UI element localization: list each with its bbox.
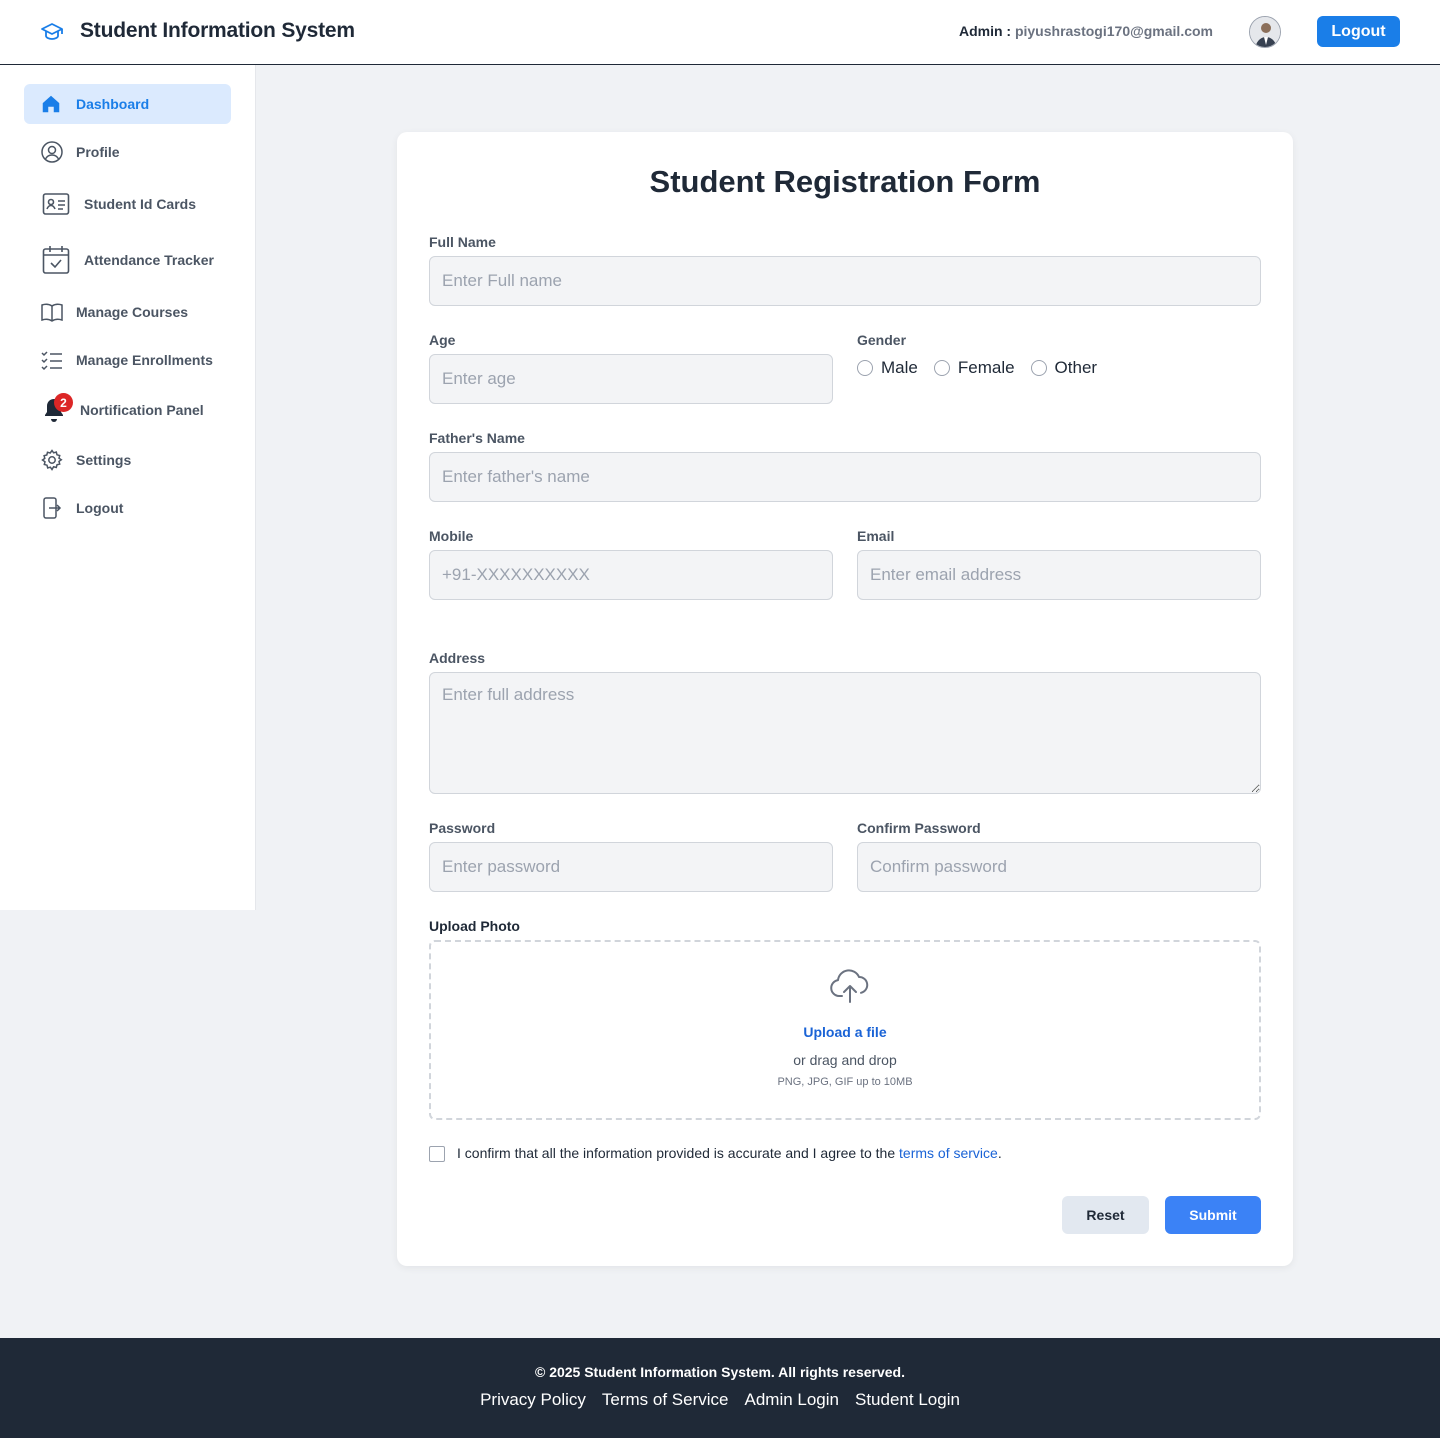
confirm-password-label: Confirm Password xyxy=(857,820,981,836)
password-label: Password xyxy=(429,820,496,836)
full-name-label: Full Name xyxy=(429,234,496,250)
gender-male-radio[interactable] xyxy=(857,360,873,376)
admin-prefix: Admin : xyxy=(958,23,1015,39)
sidebar-item-label: Attendance Tracker xyxy=(84,252,214,268)
upload-hint-text: PNG, JPG, GIF up to 10MB xyxy=(777,1076,913,1088)
sidebar-item-label: Manage Courses xyxy=(76,304,189,320)
sidebar-item-profile[interactable]: Profile xyxy=(24,132,231,172)
sidebar-item-manage-courses[interactable]: Manage Courses xyxy=(24,292,231,332)
avatar-image xyxy=(1250,17,1280,47)
id-card-icon xyxy=(42,192,70,216)
confirm-period: . xyxy=(997,1145,1002,1161)
avatar[interactable] xyxy=(1249,16,1281,48)
sidebar-item-label: Profile xyxy=(76,144,120,160)
email-label: Email xyxy=(857,528,895,544)
upload-drag-text: or drag and drop xyxy=(793,1052,897,1068)
age-label: Age xyxy=(429,332,456,348)
address-label: Address xyxy=(429,650,486,666)
father-name-input[interactable] xyxy=(429,452,1261,502)
gender-female-label[interactable]: Female xyxy=(958,358,1015,378)
app-title: Student Information System xyxy=(80,19,355,42)
form-title: Student Registration Form xyxy=(649,164,1041,199)
sidebar-item-label: Student Id Cards xyxy=(84,196,197,212)
password-input[interactable] xyxy=(429,842,833,892)
submit-button[interactable]: Submit xyxy=(1165,1196,1261,1234)
footer-privacy-policy-link[interactable]: Privacy Policy xyxy=(480,1390,586,1410)
sidebar-item-label: Dashboard xyxy=(76,96,150,112)
sidebar-item-logout[interactable]: Logout xyxy=(24,488,231,528)
sidebar-item-attendance-tracker[interactable]: Attendance Tracker xyxy=(24,240,231,280)
upload-file-link[interactable]: Upload a file xyxy=(431,1024,1259,1040)
sidebar-item-label: Settings xyxy=(76,452,132,468)
footer-student-login-link[interactable]: Student Login xyxy=(855,1390,960,1410)
age-input[interactable] xyxy=(429,354,833,404)
terms-of-service-link[interactable]: terms of service xyxy=(899,1145,998,1161)
admin-email: piyushrastogi170@gmail.com xyxy=(1014,23,1213,39)
sidebar-item-label: Nortification Panel xyxy=(80,402,204,418)
footer-admin-login-link[interactable]: Admin Login xyxy=(744,1390,839,1410)
upload-dropzone[interactable]: Upload a file or drag and drop PNG, JPG,… xyxy=(429,940,1261,1120)
gender-radio-group: Male Female Other xyxy=(857,358,1113,378)
mobile-input[interactable] xyxy=(429,550,833,600)
admin-label: Admin : piyushrastogi170@gmail.com xyxy=(959,23,1213,39)
upload-photo-label: Upload Photo xyxy=(429,918,520,934)
book-open-icon xyxy=(40,301,64,323)
gender-female-radio[interactable] xyxy=(933,360,950,376)
gender-other-radio[interactable] xyxy=(1030,360,1047,376)
cloud-upload-icon xyxy=(830,969,869,1003)
sidebar-item-student-id-cards[interactable]: Student Id Cards xyxy=(24,184,231,224)
home-icon xyxy=(40,93,62,115)
sidebar-item-label: Logout xyxy=(76,500,124,516)
footer-copyright: © 2025 Student Information System. All r… xyxy=(534,1364,905,1380)
full-name-input[interactable] xyxy=(429,256,1261,306)
sidebar-item-dashboard[interactable]: Dashboard xyxy=(24,84,231,124)
email-input[interactable] xyxy=(857,550,1261,600)
footer-links: Privacy Policy Terms of Service Admin Lo… xyxy=(0,1390,1440,1410)
confirm-checkbox[interactable] xyxy=(429,1146,445,1162)
footer-terms-of-service-link[interactable]: Terms of Service xyxy=(602,1390,729,1410)
notification-count-badge: 2 xyxy=(54,393,73,412)
gender-other-label[interactable]: Other xyxy=(1055,358,1098,378)
header-logout-button[interactable]: Logout xyxy=(1317,16,1400,47)
user-circle-icon xyxy=(40,140,64,164)
footer: © 2025 Student Information System. All r… xyxy=(0,1338,1440,1438)
gender-label: Gender xyxy=(857,332,907,348)
calendar-check-icon xyxy=(42,245,70,275)
gender-male-label[interactable]: Male xyxy=(881,358,918,378)
sidebar-item-settings[interactable]: Settings xyxy=(24,440,231,480)
reset-button[interactable]: Reset xyxy=(1062,1196,1149,1234)
graduation-cap-icon xyxy=(41,23,63,40)
confirm-text: I confirm that all the information provi… xyxy=(457,1145,1002,1161)
top-header: Student Information System Admin : piyus… xyxy=(0,0,1440,65)
father-name-label: Father's Name xyxy=(429,430,525,446)
gear-icon xyxy=(40,448,64,472)
logout-icon xyxy=(40,496,62,520)
sidebar-item-manage-enrollments[interactable]: Manage Enrollments xyxy=(24,340,231,380)
sidebar-item-label: Manage Enrollments xyxy=(76,352,213,368)
confirm-statement: I confirm that all the information provi… xyxy=(457,1145,900,1161)
confirm-password-input[interactable] xyxy=(857,842,1261,892)
mobile-label: Mobile xyxy=(429,528,474,544)
checklist-icon xyxy=(40,349,64,371)
address-textarea[interactable] xyxy=(429,672,1261,794)
